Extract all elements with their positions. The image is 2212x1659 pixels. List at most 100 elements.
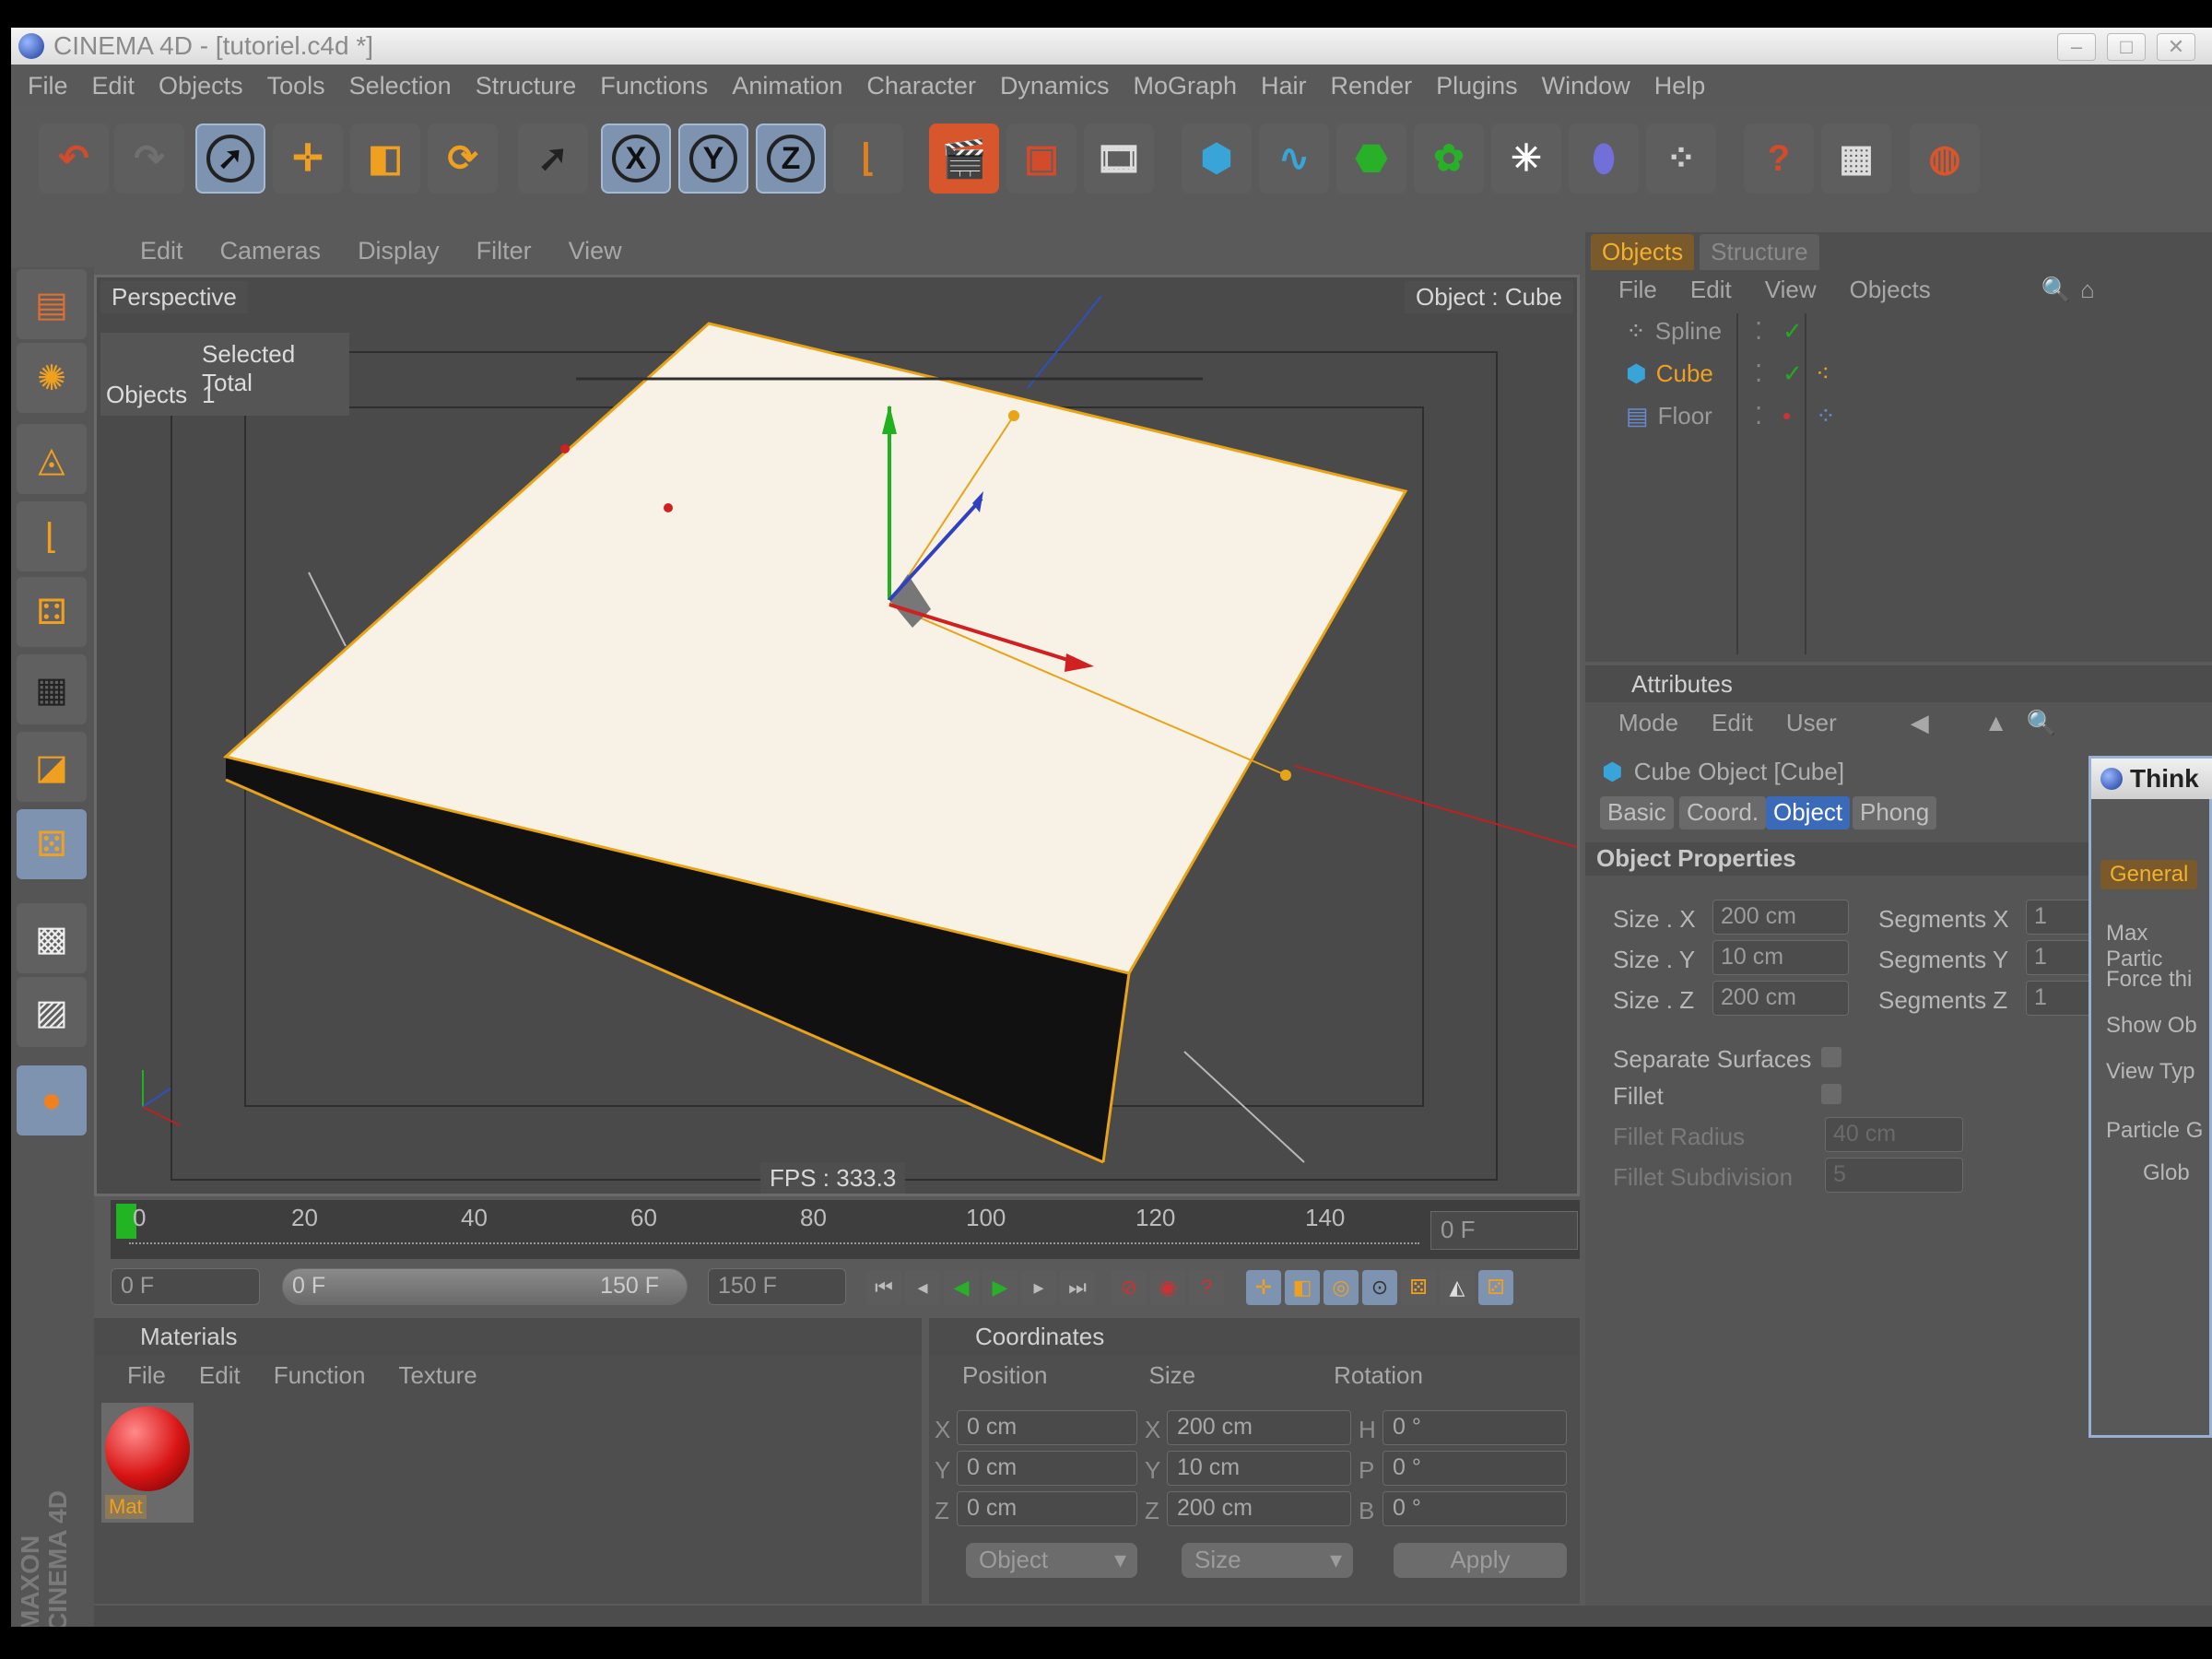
- tab-structure[interactable]: Structure: [1700, 234, 1819, 270]
- menu-edit[interactable]: Edit: [92, 72, 135, 100]
- rotation-h-field[interactable]: 0 °: [1382, 1410, 1567, 1445]
- visibility-dots-icon[interactable]: ⁚: [1755, 359, 1762, 388]
- rotate-tool-icon[interactable]: ⟳: [428, 124, 498, 194]
- mat-menu-function[interactable]: Function: [274, 1361, 366, 1390]
- om-menu-view[interactable]: View: [1765, 276, 1817, 304]
- thinking-title-bar[interactable]: Think: [2091, 759, 2212, 799]
- home-icon[interactable]: ⌂: [2080, 276, 2095, 304]
- layout-icon[interactable]: ◍: [1910, 124, 1980, 194]
- menu-help[interactable]: Help: [1654, 72, 1706, 100]
- separate-surfaces-checkbox[interactable]: [1821, 1047, 1841, 1067]
- y-axis-lock-button[interactable]: Y: [678, 124, 748, 194]
- menu-file[interactable]: File: [28, 72, 68, 100]
- handle-point[interactable]: [1008, 410, 1019, 421]
- mat-menu-edit[interactable]: Edit: [199, 1361, 241, 1390]
- paint-mode-icon[interactable]: ●: [17, 1065, 87, 1135]
- position-z-field[interactable]: 0 cm: [957, 1491, 1137, 1526]
- tab-coord[interactable]: Coord.: [1679, 796, 1767, 830]
- tab-objects[interactable]: Objects: [1591, 234, 1695, 270]
- checkerboard-icon[interactable]: ▩: [17, 903, 87, 973]
- points-mode-icon[interactable]: ⚃: [17, 577, 87, 647]
- apply-button[interactable]: Apply: [1394, 1543, 1567, 1578]
- go-to-start-icon[interactable]: ⏮: [866, 1270, 901, 1305]
- undo-icon[interactable]: ↶: [39, 124, 109, 194]
- perspective-viewport[interactable]: Perspective Object : Cube Selected Total…: [94, 275, 1580, 1196]
- viewport-menu-edit[interactable]: Edit: [140, 237, 183, 265]
- go-to-end-icon[interactable]: ⏭: [1060, 1270, 1095, 1305]
- menu-hair[interactable]: Hair: [1261, 72, 1307, 100]
- uv-edit-icon[interactable]: ▨: [17, 977, 87, 1047]
- edges-mode-icon[interactable]: ▦: [17, 654, 87, 724]
- scale-tool-icon[interactable]: ◧: [350, 124, 420, 194]
- mat-menu-file[interactable]: File: [127, 1361, 166, 1390]
- z-axis-lock-button[interactable]: Z: [756, 124, 826, 194]
- next-key-icon[interactable]: ▸: [1021, 1270, 1056, 1305]
- menu-tools[interactable]: Tools: [267, 72, 325, 100]
- interpolation-icon[interactable]: ◭: [1440, 1270, 1475, 1305]
- x-axis-lock-button[interactable]: X: [601, 124, 671, 194]
- attr-menu-user[interactable]: User: [1786, 709, 1837, 737]
- position-x-field[interactable]: 0 cm: [957, 1410, 1137, 1445]
- om-menu-file[interactable]: File: [1618, 276, 1657, 304]
- particle-icon[interactable]: ⁘: [1646, 124, 1716, 194]
- array-icon[interactable]: ✿: [1414, 124, 1484, 194]
- material-swatch[interactable]: Mat: [101, 1403, 194, 1523]
- menu-window[interactable]: Window: [1542, 72, 1630, 100]
- redo-icon[interactable]: ↷: [114, 124, 184, 194]
- texture-tag-icon[interactable]: ⁘: [1816, 402, 1836, 430]
- menu-selection[interactable]: Selection: [349, 72, 452, 100]
- end-frame-field[interactable]: 150 F: [708, 1268, 846, 1305]
- record-keys-icon[interactable]: ⊘: [1112, 1270, 1147, 1305]
- deformer-icon[interactable]: ✳: [1491, 124, 1561, 194]
- rotation-b-field[interactable]: 0 °: [1382, 1491, 1567, 1526]
- autokey-icon[interactable]: ◉: [1150, 1270, 1185, 1305]
- visibility-dots-icon[interactable]: ⁚: [1755, 317, 1762, 346]
- coordinate-system-icon[interactable]: ⌊: [833, 124, 903, 194]
- back-arrow-icon[interactable]: ◀: [1911, 709, 1929, 737]
- close-button[interactable]: ✕: [2157, 33, 2195, 61]
- fillet-checkbox[interactable]: [1821, 1084, 1841, 1104]
- tab-object[interactable]: Object: [1766, 796, 1851, 830]
- workplane-icon[interactable]: ⌊: [17, 501, 87, 571]
- menu-animation[interactable]: Animation: [732, 72, 842, 100]
- size-y-coord-field[interactable]: 10 cm: [1167, 1451, 1351, 1486]
- menu-functions[interactable]: Functions: [600, 72, 708, 100]
- menu-render[interactable]: Render: [1331, 72, 1413, 100]
- viewport-menu-cameras[interactable]: Cameras: [220, 237, 322, 265]
- cube-primitive-icon[interactable]: ⬢: [1182, 124, 1252, 194]
- viewport-mode-label[interactable]: Perspective: [100, 281, 248, 313]
- menu-dynamics[interactable]: Dynamics: [1000, 72, 1110, 100]
- current-frame-field[interactable]: 0 F: [1430, 1211, 1578, 1250]
- polygons-mode-icon[interactable]: ◪: [17, 732, 87, 802]
- spline-icon[interactable]: ∿: [1259, 124, 1329, 194]
- object-row-cube[interactable]: ⬢ Cube ⁚ ✓ ⁖: [1626, 359, 1830, 388]
- attr-menu-mode[interactable]: Mode: [1618, 709, 1678, 737]
- viewport-menu-display[interactable]: Display: [358, 237, 440, 265]
- object-row-spline[interactable]: ⁘ Spline ⁚ ✓: [1626, 317, 1803, 346]
- key-rotation-icon[interactable]: ◎: [1324, 1270, 1359, 1305]
- size-x-coord-field[interactable]: 200 cm: [1167, 1410, 1351, 1445]
- use-model-mode-icon[interactable]: ▤: [17, 269, 87, 339]
- search-icon[interactable]: 🔍: [2041, 276, 2071, 304]
- visibility-dots-icon[interactable]: ⁚: [1755, 402, 1762, 430]
- spline-point[interactable]: [560, 444, 570, 453]
- size-y-field[interactable]: 10 cm: [1712, 940, 1849, 975]
- menu-plugins[interactable]: Plugins: [1436, 72, 1518, 100]
- rotation-p-field[interactable]: 0 °: [1382, 1451, 1567, 1486]
- timeline-icon[interactable]: ▦: [1821, 124, 1891, 194]
- tab-basic[interactable]: Basic: [1600, 796, 1674, 830]
- disabled-dot-icon[interactable]: •: [1783, 402, 1791, 430]
- viewport-menu-filter[interactable]: Filter: [477, 237, 532, 265]
- spline-point[interactable]: [664, 503, 673, 512]
- key-parameter-icon[interactable]: ⊙: [1362, 1270, 1397, 1305]
- render-manager-icon[interactable]: 🎞: [1084, 124, 1154, 194]
- coordinate-mode-dropdown[interactable]: Object ▾: [966, 1543, 1137, 1578]
- play-forward-icon[interactable]: ▶: [982, 1270, 1018, 1305]
- start-frame-field[interactable]: 0 F: [111, 1268, 260, 1305]
- render-region-icon[interactable]: ▣: [1006, 124, 1077, 194]
- size-mode-dropdown[interactable]: Size ▾: [1182, 1543, 1353, 1578]
- menu-character[interactable]: Character: [866, 72, 976, 100]
- size-z-coord-field[interactable]: 200 cm: [1167, 1491, 1351, 1526]
- enabled-check-icon[interactable]: ✓: [1783, 359, 1803, 388]
- render-view-icon[interactable]: 🎬: [929, 124, 999, 194]
